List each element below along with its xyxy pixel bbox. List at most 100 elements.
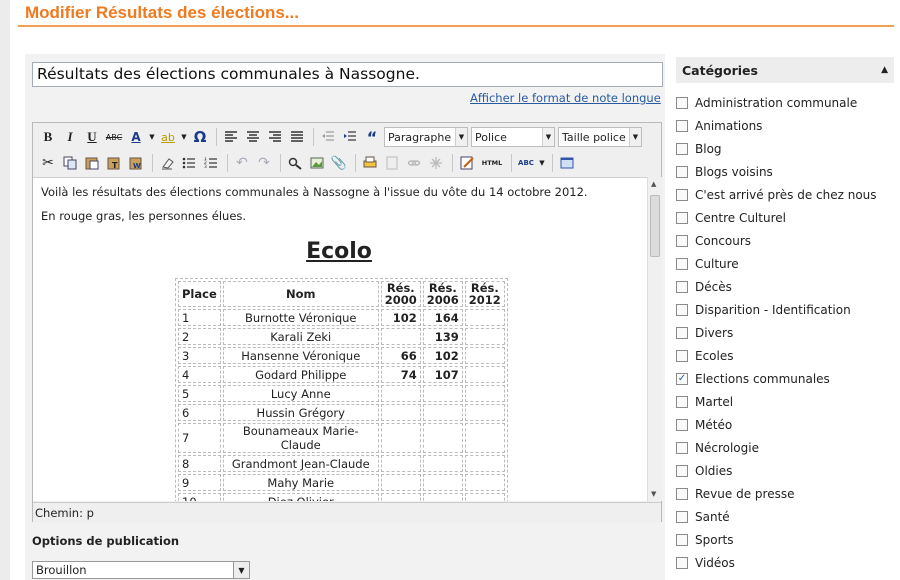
scrollbar-thumb[interactable] (650, 195, 660, 257)
category-checkbox[interactable] (676, 510, 688, 523)
align-justify-icon[interactable] (287, 127, 307, 147)
collapse-arrow-icon[interactable]: ▲ (881, 65, 888, 77)
category-checkbox[interactable] (676, 464, 688, 477)
strikethrough-button[interactable]: ABC (104, 127, 124, 147)
category-item[interactable]: Divers (676, 321, 900, 344)
print-icon[interactable] (360, 153, 380, 173)
category-checkbox[interactable] (676, 326, 688, 339)
table-cell (464, 474, 505, 491)
font-select[interactable]: Police ▼ (471, 127, 555, 147)
category-item[interactable]: Centre Culturel (676, 206, 900, 229)
category-checkbox[interactable] (676, 96, 688, 109)
category-item[interactable]: Blogs voisins (676, 160, 900, 183)
category-item[interactable]: Culture (676, 252, 900, 275)
highlight-button[interactable]: ab (158, 127, 178, 147)
publication-status-select[interactable]: Brouillon ▼ (32, 561, 250, 579)
category-checkbox[interactable] (676, 188, 688, 201)
spellcheck-button[interactable]: ABC (516, 153, 536, 173)
category-item[interactable]: Météo (676, 413, 900, 436)
format-select[interactable]: Paragraphe ▼ (384, 127, 468, 147)
category-item[interactable]: Disparition - Identification (676, 298, 900, 321)
outdent-icon[interactable] (318, 127, 338, 147)
table-cell (464, 385, 505, 402)
font-size-select[interactable]: Taille police ▼ (558, 127, 642, 147)
align-center-icon[interactable] (243, 127, 263, 147)
category-item[interactable]: Concours (676, 229, 900, 252)
attachment-icon[interactable]: 📎 (329, 153, 349, 173)
editor-content-area[interactable]: Voilà les résultats des élections commun… (33, 177, 647, 501)
scroll-up-icon[interactable]: ▲ (651, 180, 656, 188)
category-checkbox[interactable] (676, 257, 688, 270)
column-header: Rés. 2012 (464, 281, 505, 307)
paste-text-icon[interactable]: T (104, 153, 124, 173)
find-replace-icon[interactable] (285, 153, 305, 173)
spellcheck-dropdown-icon[interactable]: ▼ (538, 153, 546, 173)
category-item[interactable]: Animations (676, 114, 900, 137)
cut-icon[interactable]: ✂ (38, 153, 58, 173)
category-item[interactable]: Administration communale (676, 91, 900, 114)
category-item[interactable]: ✓ Elections communales (676, 367, 900, 390)
eraser-icon[interactable] (157, 153, 177, 173)
indent-icon[interactable] (340, 127, 360, 147)
category-item[interactable]: Santé (676, 505, 900, 528)
category-item[interactable]: Ecoles (676, 344, 900, 367)
category-checkbox[interactable]: ✓ (676, 372, 688, 385)
table-row: 10Diez Olivier (178, 493, 505, 501)
table-cell (464, 347, 505, 364)
paste-icon[interactable] (82, 153, 102, 173)
column-header: Rés. 2006 (422, 281, 463, 307)
note-title-input[interactable]: Résultats des élections communales à Nas… (32, 62, 663, 87)
align-left-icon[interactable] (221, 127, 241, 147)
category-checkbox[interactable] (676, 165, 688, 178)
link-icon[interactable] (404, 153, 424, 173)
copy-icon[interactable] (60, 153, 80, 173)
category-checkbox[interactable] (676, 234, 688, 247)
category-checkbox[interactable] (676, 280, 688, 293)
long-note-format-link[interactable]: Afficher le format de note longue (470, 91, 661, 105)
html-button[interactable]: HTML (479, 153, 505, 173)
category-item[interactable]: Oldies (676, 459, 900, 482)
unlink-icon[interactable] (426, 153, 446, 173)
special-char-button[interactable]: Ω (190, 127, 210, 147)
redo-icon[interactable]: ↷ (254, 153, 274, 173)
insert-image-icon[interactable] (307, 153, 327, 173)
scroll-down-icon[interactable]: ▼ (651, 490, 656, 498)
category-item[interactable]: C'est arrivé près de chez nous (676, 183, 900, 206)
preview-icon[interactable] (382, 153, 402, 173)
underline-button[interactable]: U (82, 127, 102, 147)
numbered-list-icon[interactable]: 123 (201, 153, 221, 173)
category-item[interactable]: Nécrologie (676, 436, 900, 459)
highlight-dropdown-icon[interactable]: ▼ (180, 127, 188, 147)
undo-icon[interactable]: ↶ (232, 153, 252, 173)
category-label: C'est arrivé près de chez nous (695, 187, 877, 202)
category-checkbox[interactable] (676, 119, 688, 132)
category-checkbox[interactable] (676, 349, 688, 362)
align-right-icon[interactable] (265, 127, 285, 147)
category-checkbox[interactable] (676, 533, 688, 546)
category-checkbox[interactable] (676, 487, 688, 500)
category-checkbox[interactable] (676, 441, 688, 454)
category-item[interactable]: Blog (676, 137, 900, 160)
category-checkbox[interactable] (676, 142, 688, 155)
category-item[interactable]: Décès (676, 275, 900, 298)
text-color-button[interactable]: A (126, 127, 146, 147)
category-item[interactable]: Revue de presse (676, 482, 900, 505)
text-color-dropdown-icon[interactable]: ▼ (148, 127, 156, 147)
italic-button[interactable]: I (60, 127, 80, 147)
category-checkbox[interactable] (676, 556, 688, 569)
paste-word-icon[interactable]: W (126, 153, 146, 173)
edit-source-icon[interactable] (457, 153, 477, 173)
categories-header[interactable]: Catégories ▲ (676, 57, 894, 83)
category-item[interactable]: Martel (676, 390, 900, 413)
blockquote-button[interactable]: “ (362, 127, 382, 147)
bold-button[interactable]: B (38, 127, 58, 147)
category-item[interactable]: Vidéos (676, 551, 900, 574)
category-checkbox[interactable] (676, 211, 688, 224)
fullscreen-icon[interactable] (557, 153, 577, 173)
category-checkbox[interactable] (676, 395, 688, 408)
category-checkbox[interactable] (676, 418, 688, 431)
editor-scrollbar[interactable]: ▲ ▼ (647, 177, 662, 501)
category-checkbox[interactable] (676, 303, 688, 316)
category-item[interactable]: Sports (676, 528, 900, 551)
bullet-list-icon[interactable] (179, 153, 199, 173)
